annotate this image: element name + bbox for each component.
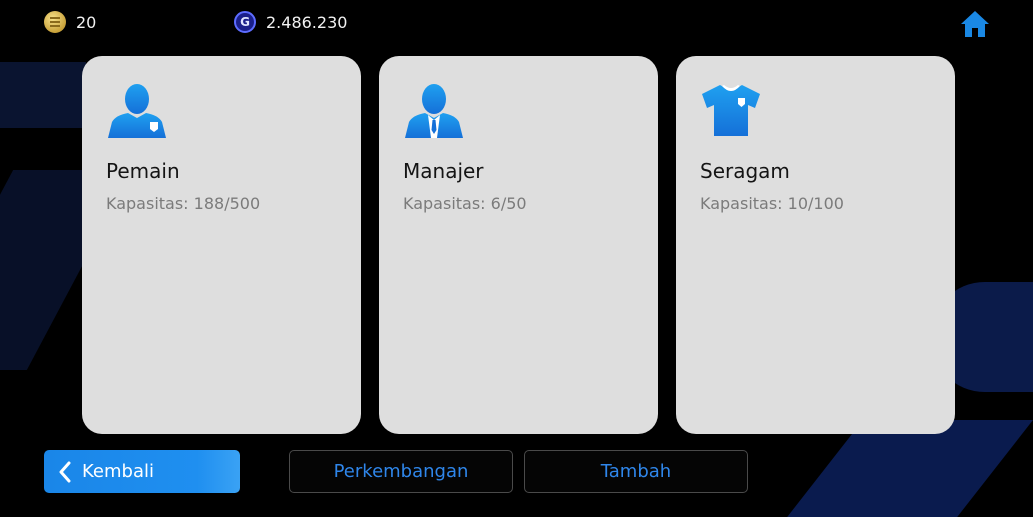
gp-counter: G 2.486.230 [234,10,347,34]
coins-counter: 20 [44,10,96,34]
top-bar: 20 G 2.486.230 [0,0,1033,44]
card-players[interactable]: Pemain Kapasitas: 188/500 [82,56,361,434]
chevron-left-icon [58,461,72,483]
background-shape [777,420,1033,517]
card-capacity: Kapasitas: 188/500 [106,194,261,213]
manager-icon [405,84,463,138]
background-shape [0,62,86,128]
back-button-label: Kembali [82,461,154,482]
card-capacity: Kapasitas: 6/50 [403,194,527,213]
player-icon [108,84,166,138]
development-button[interactable]: Perkembangan [289,450,513,493]
home-icon [961,11,989,37]
gp-value: 2.486.230 [266,12,348,32]
add-button-label: Tambah [600,461,672,482]
add-button[interactable]: Tambah [524,450,748,493]
gp-icon: G [234,11,256,33]
coins-value: 20 [76,12,97,32]
card-title: Pemain [106,159,180,183]
card-uniforms[interactable]: Seragam Kapasitas: 10/100 [676,56,955,434]
jersey-icon [702,85,760,136]
card-title: Manajer [403,159,484,183]
card-managers[interactable]: Manajer Kapasitas: 6/50 [379,56,658,434]
home-button[interactable] [958,8,992,40]
development-button-label: Perkembangan [333,461,469,482]
card-title: Seragam [700,159,790,183]
back-button[interactable]: Kembali [44,450,240,493]
coin-icon [44,11,66,33]
card-capacity: Kapasitas: 10/100 [700,194,844,213]
